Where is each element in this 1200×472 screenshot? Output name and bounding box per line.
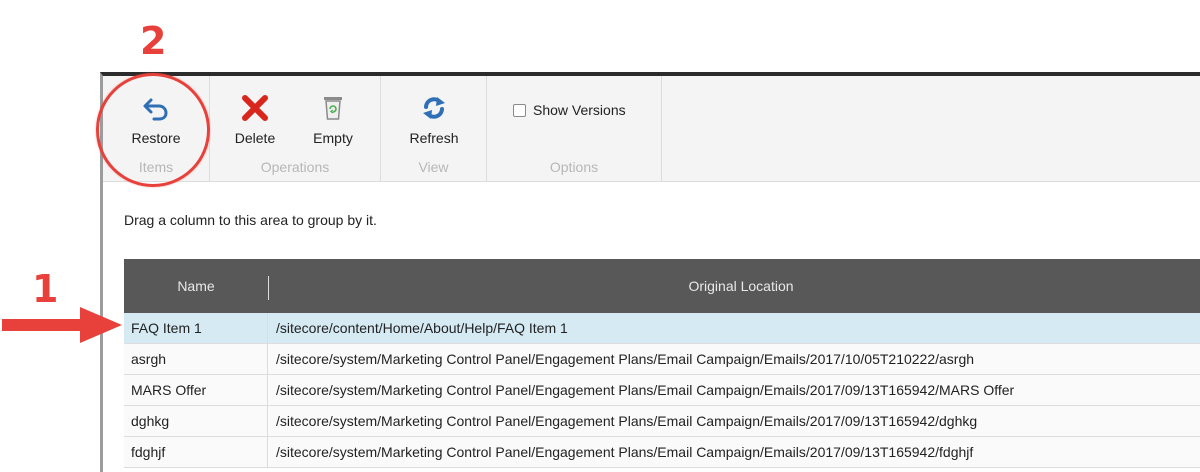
cell-original-location: /sitecore/system/Marketing Control Panel… — [276, 413, 978, 429]
group-by-drop-area[interactable]: Drag a column to this area to group by i… — [124, 212, 377, 228]
recycle-bin-grid: Name Original Location FAQ Item 1 /sitec… — [124, 259, 1200, 468]
cell-original-location: /sitecore/content/Home/About/Help/FAQ It… — [276, 320, 568, 336]
ribbon-group-options: Show Versions Options — [487, 76, 662, 181]
empty-button[interactable]: Empty — [298, 94, 368, 146]
grid-body: FAQ Item 1 /sitecore/content/Home/About/… — [124, 313, 1200, 468]
cell-name: fdghjf — [124, 437, 268, 467]
group-label-operations: Operations — [260, 159, 330, 175]
show-versions-toggle[interactable]: Show Versions — [513, 102, 626, 118]
restore-label: Restore — [131, 130, 181, 146]
ribbon-group-items: Restore Items — [103, 76, 210, 181]
group-label-items: Items — [138, 159, 174, 175]
cell-original-location: /sitecore/system/Marketing Control Panel… — [276, 351, 975, 367]
cell-original-location: /sitecore/system/Marketing Control Panel… — [276, 444, 974, 460]
column-header-name[interactable]: Name — [124, 259, 268, 313]
ribbon-group-operations: Delete Empty Operations — [210, 76, 381, 181]
annotation-arrow-icon — [2, 307, 122, 343]
empty-label: Empty — [313, 130, 353, 146]
delete-icon — [242, 95, 268, 121]
column-header-original-location[interactable]: Original Location — [268, 259, 1200, 313]
ribbon-group-view: Refresh View — [381, 76, 487, 181]
refresh-button[interactable]: Refresh — [399, 94, 469, 146]
cell-original-location: /sitecore/system/Marketing Control Panel… — [276, 382, 1015, 398]
table-row[interactable]: asrgh /sitecore/system/Marketing Control… — [124, 344, 1200, 375]
restore-icon — [143, 98, 168, 121]
show-versions-label: Show Versions — [533, 102, 626, 118]
group-label-view: View — [418, 159, 449, 175]
annotation-step-2: 2 — [140, 19, 167, 63]
grid-header: Name Original Location — [124, 259, 1200, 313]
cell-name: MARS Offer — [124, 375, 268, 405]
refresh-label: Refresh — [409, 130, 459, 146]
group-label-options: Options — [549, 159, 599, 175]
cell-name: asrgh — [124, 344, 268, 374]
table-row[interactable]: dghkg /sitecore/system/Marketing Control… — [124, 406, 1200, 437]
ribbon: Restore Items Delete Empty Operations Re… — [103, 76, 1200, 182]
cell-name: dghkg — [124, 406, 268, 436]
refresh-icon — [423, 97, 445, 119]
delete-button[interactable]: Delete — [220, 94, 290, 146]
restore-button[interactable]: Restore — [121, 94, 191, 146]
table-row[interactable]: FAQ Item 1 /sitecore/content/Home/About/… — [124, 313, 1200, 344]
delete-label: Delete — [234, 130, 276, 146]
recycle-bin-window: Restore Items Delete Empty Operations Re… — [100, 72, 1200, 472]
table-row[interactable]: MARS Offer /sitecore/system/Marketing Co… — [124, 375, 1200, 406]
show-versions-checkbox[interactable] — [513, 103, 526, 117]
trash-can-icon — [324, 97, 342, 120]
cell-name: FAQ Item 1 — [124, 313, 268, 343]
